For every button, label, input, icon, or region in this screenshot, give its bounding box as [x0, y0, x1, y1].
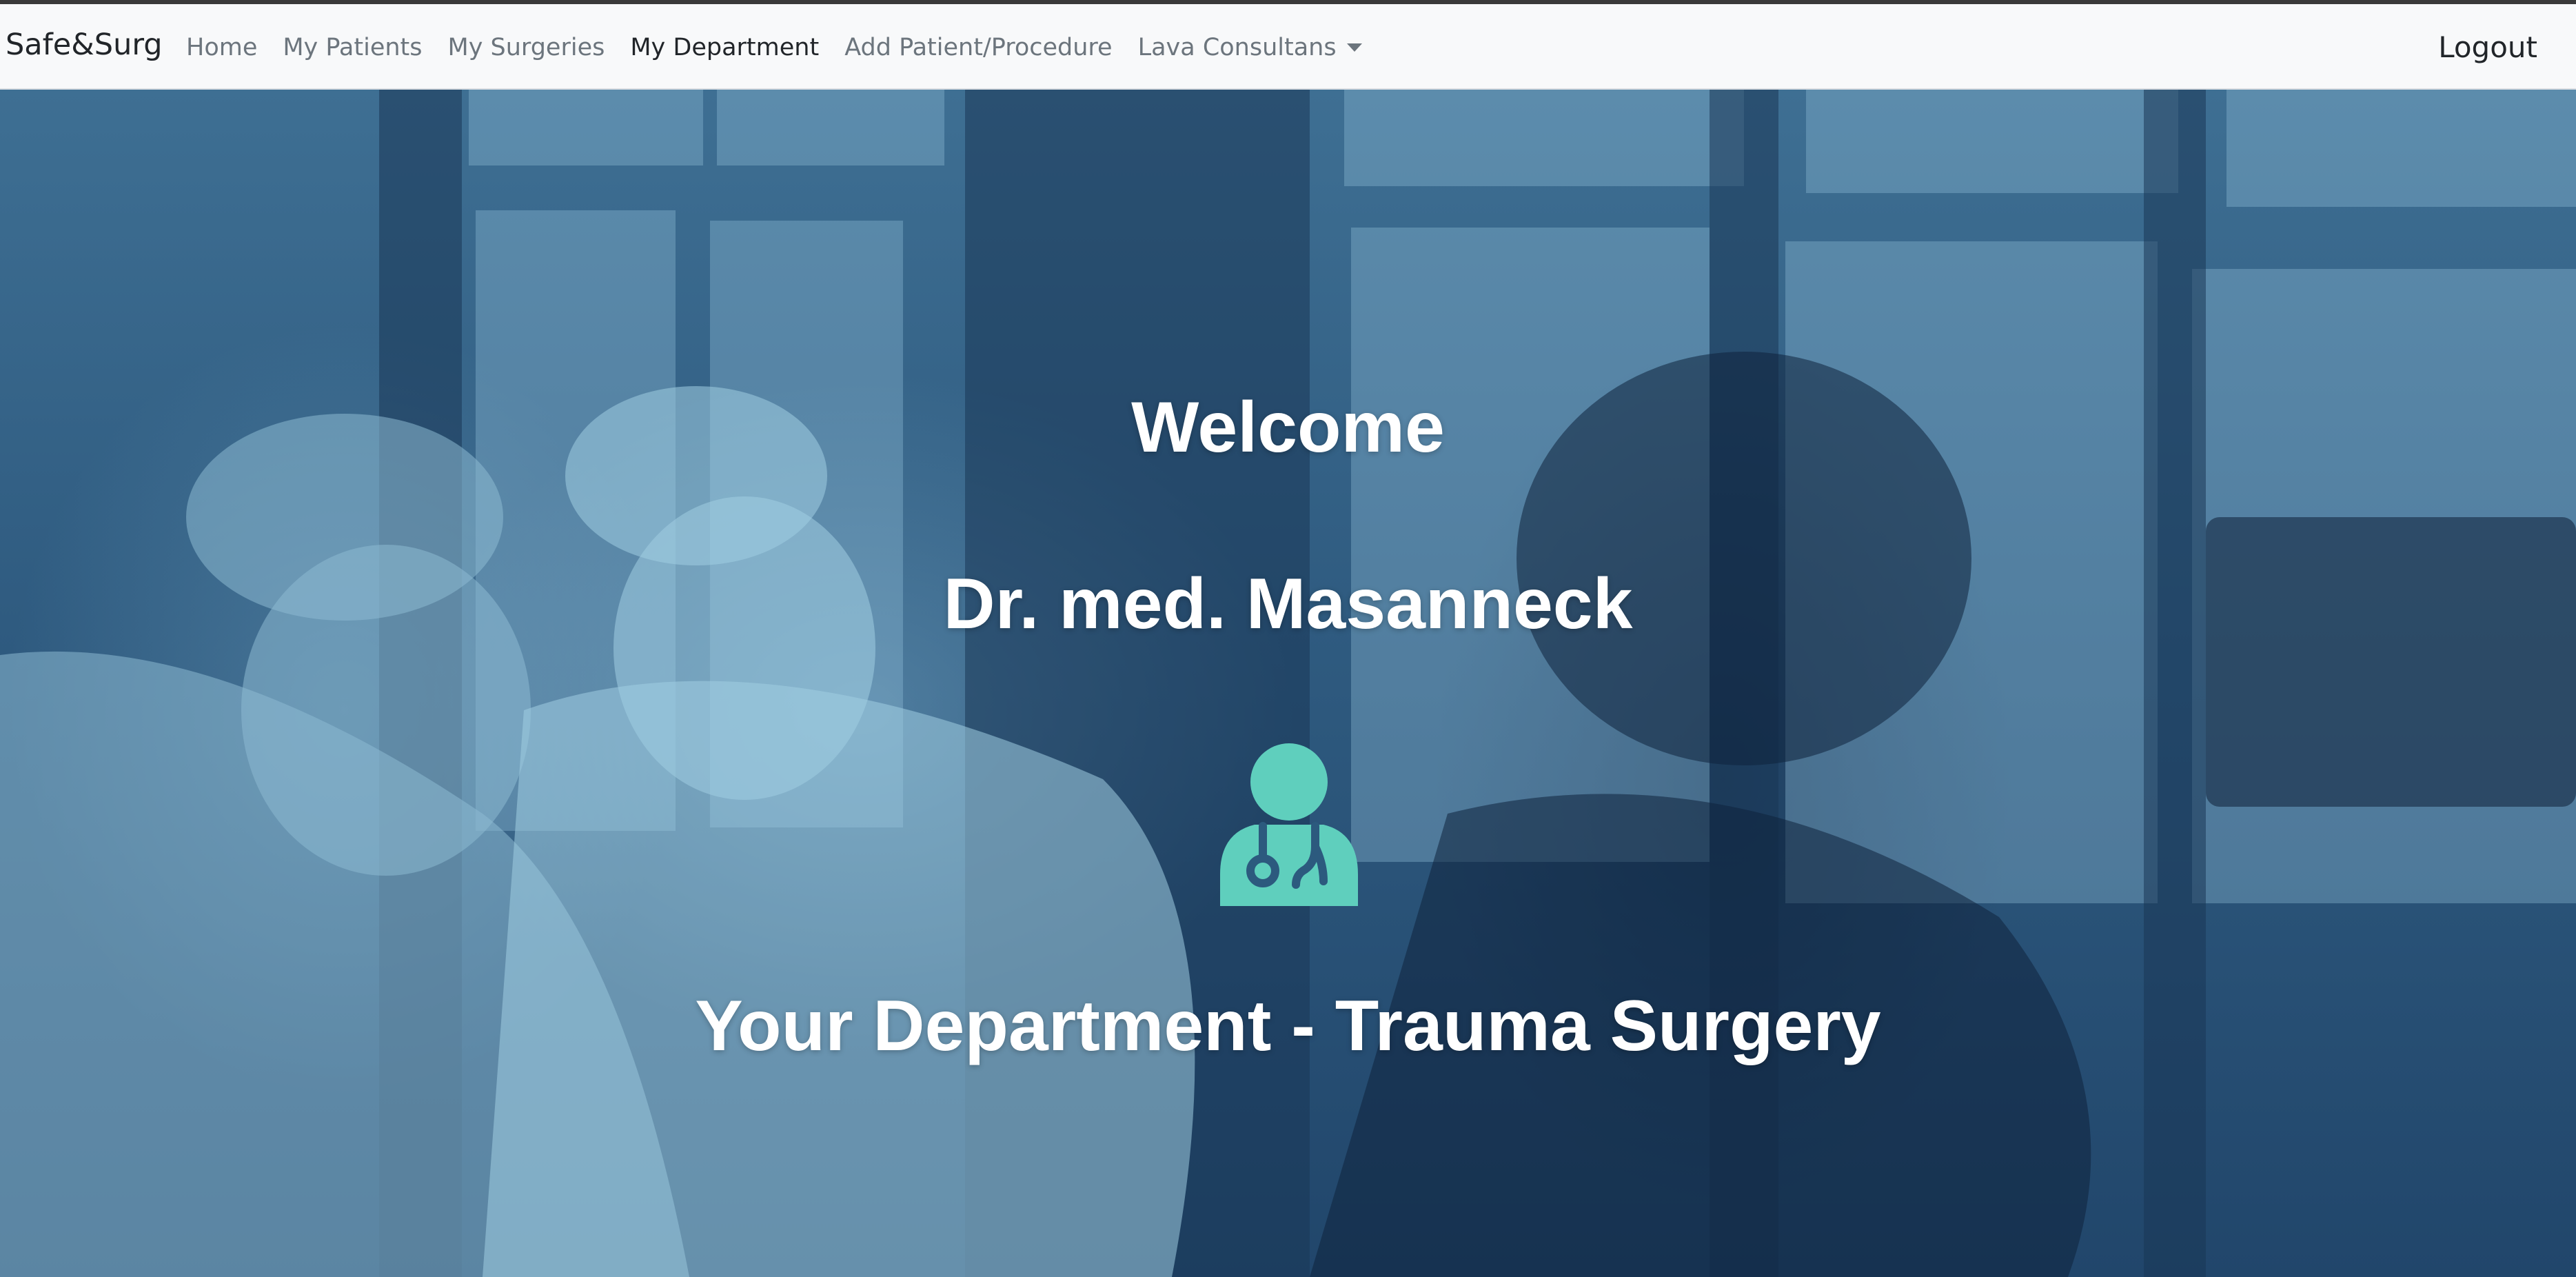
department-heading: Your Department - Trauma Surgery [695, 986, 1881, 1066]
operating-room-background [0, 90, 2576, 1277]
nav-add-patient-procedure[interactable]: Add Patient/Procedure [844, 33, 1112, 62]
consultants-dropdown[interactable]: Lava Consultans [1138, 33, 1362, 62]
doctor-name-heading: Dr. med. Masanneck [943, 564, 1633, 644]
nav-my-department[interactable]: My Department [630, 33, 819, 62]
nav-my-patients[interactable]: My Patients [283, 33, 422, 62]
user-doctor-icon [1220, 743, 1358, 906]
hero-section: Welcome Dr. med. Masanneck Your Departme… [0, 90, 2576, 1277]
logout-link[interactable]: Logout [2438, 30, 2537, 65]
brand-logo[interactable]: Safe&Surg [6, 28, 163, 63]
consultants-dropdown-label: Lava Consultans [1137, 34, 1337, 61]
top-navbar: Safe&Surg Home My Patients My Surgeries … [0, 4, 2576, 90]
nav-links: Home My Patients My Surgeries My Departm… [186, 33, 1388, 62]
welcome-heading: Welcome [1131, 388, 1445, 467]
chevron-down-icon [1346, 43, 1362, 52]
nav-home[interactable]: Home [186, 33, 257, 62]
nav-my-surgeries[interactable]: My Surgeries [448, 33, 605, 62]
